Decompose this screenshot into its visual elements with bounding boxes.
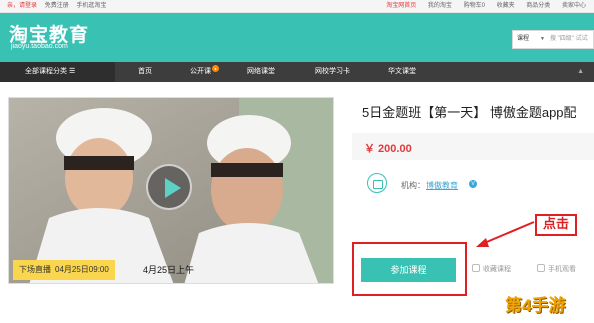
nav-item-open-course[interactable]: 公开课 ● xyxy=(190,62,219,82)
nav-item-open-course-label: 公开课 xyxy=(190,68,211,75)
favorite-course-button[interactable]: 收藏课程 xyxy=(472,264,511,274)
qr-code-icon xyxy=(537,264,545,272)
click-annotation-label: 点击 xyxy=(535,214,577,236)
org-label: 机构： xyxy=(401,181,425,190)
course-price: ￥ 200.00 xyxy=(364,143,412,155)
mobile-watch-button[interactable]: 手机观看 xyxy=(537,264,576,274)
mobile-taobao-link[interactable]: 手机逛淘宝 xyxy=(76,3,106,9)
hot-icon: ● xyxy=(212,65,219,72)
top-utility-bar: 亲，请登录 免费注册 手机逛淘宝 淘宝网首页 我的淘宝 购物车0 收藏夹 商品分… xyxy=(0,0,594,13)
taobao-home-link[interactable]: 淘宝网首页 xyxy=(386,3,416,9)
org-name-link[interactable]: 博傲教育 xyxy=(426,180,458,191)
search-box[interactable]: 课程 ▼ 搜 "四级" 试试 xyxy=(512,30,594,49)
login-link[interactable]: 亲，请登录 xyxy=(7,3,37,9)
annotation-arrow xyxy=(476,221,535,247)
site-url: jiaoyu.taobao.com xyxy=(11,43,68,50)
chevron-down-icon[interactable]: ▼ xyxy=(540,31,545,48)
mobile-watch-label: 手机观看 xyxy=(548,266,576,273)
play-button[interactable] xyxy=(146,164,192,210)
verified-icon: V xyxy=(469,180,477,188)
join-course-button[interactable]: 参加课程 xyxy=(361,258,456,282)
favorites-link[interactable]: 收藏夹 xyxy=(497,3,515,9)
search-input[interactable]: 搜 "四级" 试试 xyxy=(550,31,588,48)
top-left-links: 亲，请登录 免费注册 手机逛淘宝 xyxy=(7,0,112,13)
categories-link[interactable]: 商品分类 xyxy=(526,3,550,9)
main-nav: 全部课程分类 ☰ 首页 公开课 ● 网络课堂 网校学习卡 华文课堂 ▲ xyxy=(0,62,594,82)
heart-icon xyxy=(472,264,480,272)
cart-link[interactable]: 购物车0 xyxy=(464,3,485,9)
site-header xyxy=(0,13,594,62)
seller-center-link[interactable]: 卖家中心 xyxy=(562,3,586,9)
next-live-time: 04月25日09:00 xyxy=(55,265,109,274)
favorite-label: 收藏课程 xyxy=(483,266,511,273)
my-taobao-link[interactable]: 我的淘宝 xyxy=(428,3,452,9)
price-box: ￥ 200.00 xyxy=(352,133,594,160)
live-start-text: 4月25日上午 xyxy=(143,265,195,275)
course-title: 5日金题班【第一天】 博傲金题app配 xyxy=(362,105,577,120)
all-categories-menu[interactable]: 全部课程分类 ☰ xyxy=(0,62,115,82)
shop-icon xyxy=(367,173,387,193)
chevron-up-icon[interactable]: ▲ xyxy=(577,62,584,82)
next-live-tag: 下场直播 04月25日09:00 xyxy=(13,260,115,280)
search-category-select[interactable]: 课程 xyxy=(517,31,529,48)
top-right-links: 淘宝网首页 我的淘宝 购物车0 收藏夹 商品分类 卖家中心 xyxy=(376,0,586,13)
nav-item-huawen[interactable]: 华文课堂 xyxy=(388,62,416,82)
page: { "topbar": { "login_prompt": "\u4eb2\uf… xyxy=(0,0,594,323)
next-live-label: 下场直播 xyxy=(19,265,51,274)
watermark-logo: 第4手游 xyxy=(505,296,566,315)
register-link[interactable]: 免费注册 xyxy=(45,3,69,9)
nav-item-online-class[interactable]: 网络课堂 xyxy=(247,62,275,82)
live-info-bar: 下场直播 04月25日09:00 4月25日上午 xyxy=(8,260,334,280)
nav-item-study-card[interactable]: 网校学习卡 xyxy=(315,62,350,82)
nav-item-home[interactable]: 首页 xyxy=(138,62,152,82)
